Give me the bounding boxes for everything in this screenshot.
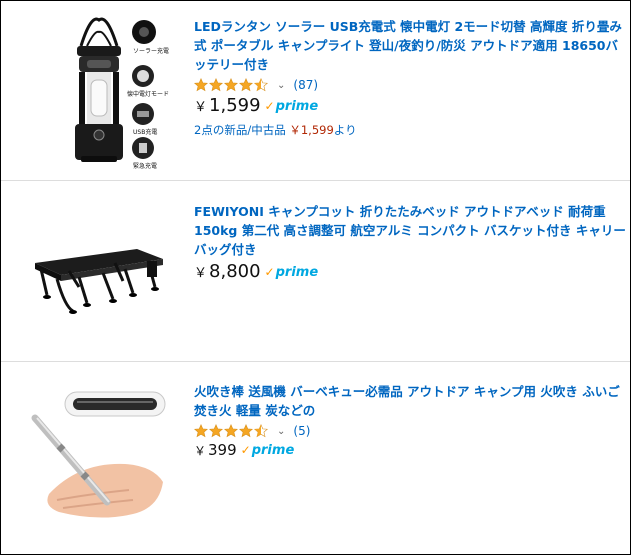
price-amount[interactable]: 399 xyxy=(208,441,237,459)
price-amount[interactable]: 1,599 xyxy=(209,95,261,116)
currency-symbol: ￥ xyxy=(194,444,207,458)
prime-label: prime xyxy=(275,98,319,114)
prime-badge: ✓ prime xyxy=(265,265,319,280)
offers-price: ￥1,599 xyxy=(289,123,334,137)
star-half-icon xyxy=(254,78,268,92)
prime-check-icon: ✓ xyxy=(264,265,275,279)
product-title-link[interactable]: 火吹き棒 送風機 バーベキュー必需品 アウトドア キャンプ用 火吹き ふいご 焚… xyxy=(194,382,626,420)
chevron-down-icon[interactable]: ⌄ xyxy=(277,80,285,91)
prime-label: prime xyxy=(251,442,295,458)
prime-badge: ✓ prime xyxy=(241,443,295,458)
star-rating[interactable] xyxy=(194,78,268,92)
result-item-cot: FEWIYONI キャンプコット 折りたたみベッド アウトドアベッド 耐荷重15… xyxy=(1,181,630,361)
review-count-link[interactable]: (87) xyxy=(293,78,318,92)
rating-row: ⌄ (5) xyxy=(194,421,626,441)
star-full-icon xyxy=(224,78,238,92)
product-info: FEWIYONI キャンプコット 折りたたみベッド アウトドアベッド 耐荷重15… xyxy=(194,202,626,287)
star-full-icon xyxy=(209,424,223,438)
star-full-icon xyxy=(194,78,208,92)
product-info: 火吹き棒 送風機 バーベキュー必需品 アウトドア キャンプ用 火吹き ふいご 焚… xyxy=(194,382,626,467)
camping-cot-icon xyxy=(35,249,163,314)
fire-blowing-pipe-icon xyxy=(31,391,166,518)
chevron-down-icon[interactable]: ⌄ xyxy=(277,426,285,437)
currency-symbol: ￥ xyxy=(194,100,208,115)
price-amount[interactable]: 8,800 xyxy=(209,261,261,282)
product-title-link[interactable]: FEWIYONI キャンプコット 折りたたみベッド アウトドアベッド 耐荷重15… xyxy=(194,202,626,259)
rating-row: ⌄ (87) xyxy=(194,75,626,95)
product-info: LEDランタン ソーラー USB充電式 懐中電灯 2モード切替 高輝度 折り畳み… xyxy=(194,17,626,138)
product-title-link[interactable]: LEDランタン ソーラー USB充電式 懐中電灯 2モード切替 高輝度 折り畳み… xyxy=(194,17,626,74)
star-full-icon xyxy=(194,424,208,438)
prime-label: prime xyxy=(275,264,319,280)
result-item-lantern: ソーラー充電 懐中電灯モード USB充電 緊急充電 LEDランタン ソーラー U… xyxy=(1,0,630,180)
price-row: ￥ 399 ✓ prime xyxy=(194,441,626,467)
image-label-emergency: 緊急充電 xyxy=(133,163,158,170)
currency-symbol: ￥ xyxy=(194,266,208,281)
price-row: ￥ 1,599 ✓ prime xyxy=(194,95,626,121)
image-label-flashlight: 懐中電灯モード xyxy=(127,91,170,98)
star-half-icon xyxy=(254,424,268,438)
star-full-icon xyxy=(224,424,238,438)
offers-text: 2点の新品/中古品 xyxy=(194,123,286,137)
prime-badge: ✓ prime xyxy=(265,99,319,114)
star-full-icon xyxy=(239,78,253,92)
image-label-solar: ソーラー充電 xyxy=(133,48,170,55)
offers-suffix: より xyxy=(333,123,357,137)
prime-check-icon: ✓ xyxy=(240,443,251,457)
product-image-cot[interactable] xyxy=(29,211,169,331)
product-image-fire-blower[interactable] xyxy=(29,382,169,542)
star-rating[interactable] xyxy=(194,424,268,438)
image-label-usb: USB充電 xyxy=(133,129,158,136)
prime-check-icon: ✓ xyxy=(264,99,275,113)
price-row: ￥ 8,800 ✓ prime xyxy=(194,261,626,287)
star-full-icon xyxy=(209,78,223,92)
product-image-lantern[interactable]: ソーラー充電 懐中電灯モード USB充電 緊急充電 xyxy=(29,10,169,170)
other-offers-link[interactable]: 2点の新品/中古品 ￥1,599より xyxy=(194,122,626,138)
review-count-link[interactable]: (5) xyxy=(293,424,310,438)
star-full-icon xyxy=(239,424,253,438)
result-item-fire-blower: 火吹き棒 送風機 バーベキュー必需品 アウトドア キャンプ用 火吹き ふいご 焚… xyxy=(1,362,630,552)
